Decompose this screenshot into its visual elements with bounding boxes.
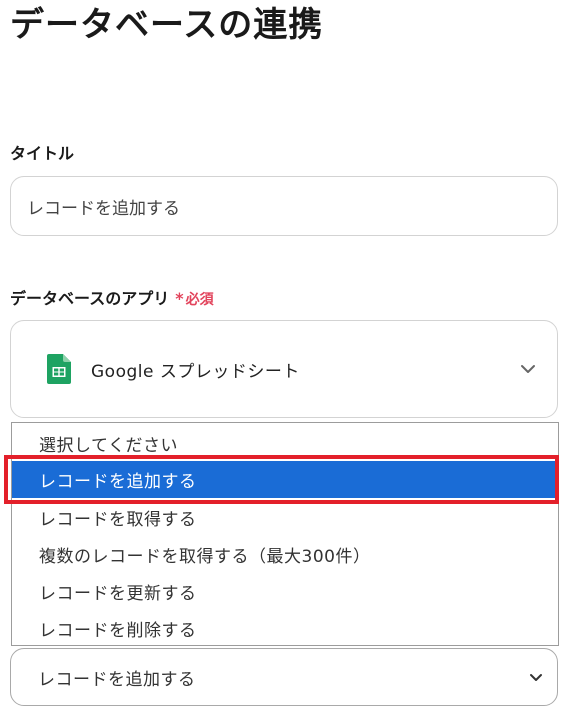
action-dropdown-list[interactable]: 選択してください レコードを追加する レコードを取得する 複数のレコードを取得す… [11,422,559,646]
dropdown-option-placeholder[interactable]: 選択してください [12,425,558,462]
dropdown-option-add-record[interactable]: レコードを追加する [12,461,558,498]
required-badge: 必須 [185,292,214,308]
dropdown-option-get-record[interactable]: レコードを取得する [12,499,558,536]
action-select[interactable]: レコードを追加する [10,648,558,706]
selected-app-name: Google スプレッドシート [91,361,300,382]
required-asterisk: * [175,289,184,308]
chevron-down-icon [530,674,542,681]
title-field-label: タイトル [10,144,75,163]
action-select-value: レコードを追加する [38,669,196,690]
app-select[interactable]: Google スプレッドシート [10,320,558,418]
chevron-down-icon [521,365,535,373]
page-title: データベースの連携 [10,5,324,45]
app-field-label-text: データベースのアプリ [10,289,170,308]
title-input-value: レコードを追加する [27,198,180,219]
dropdown-option-delete-record[interactable]: レコードを削除する [12,610,558,647]
dropdown-option-get-multiple-records[interactable]: 複数のレコードを取得する（最大300件） [12,536,558,573]
title-input[interactable]: レコードを追加する [10,176,558,236]
google-sheets-icon [47,354,71,384]
app-field-label: データベースのアプリ * 必須 [10,285,214,309]
dropdown-option-update-record[interactable]: レコードを更新する [12,573,558,610]
